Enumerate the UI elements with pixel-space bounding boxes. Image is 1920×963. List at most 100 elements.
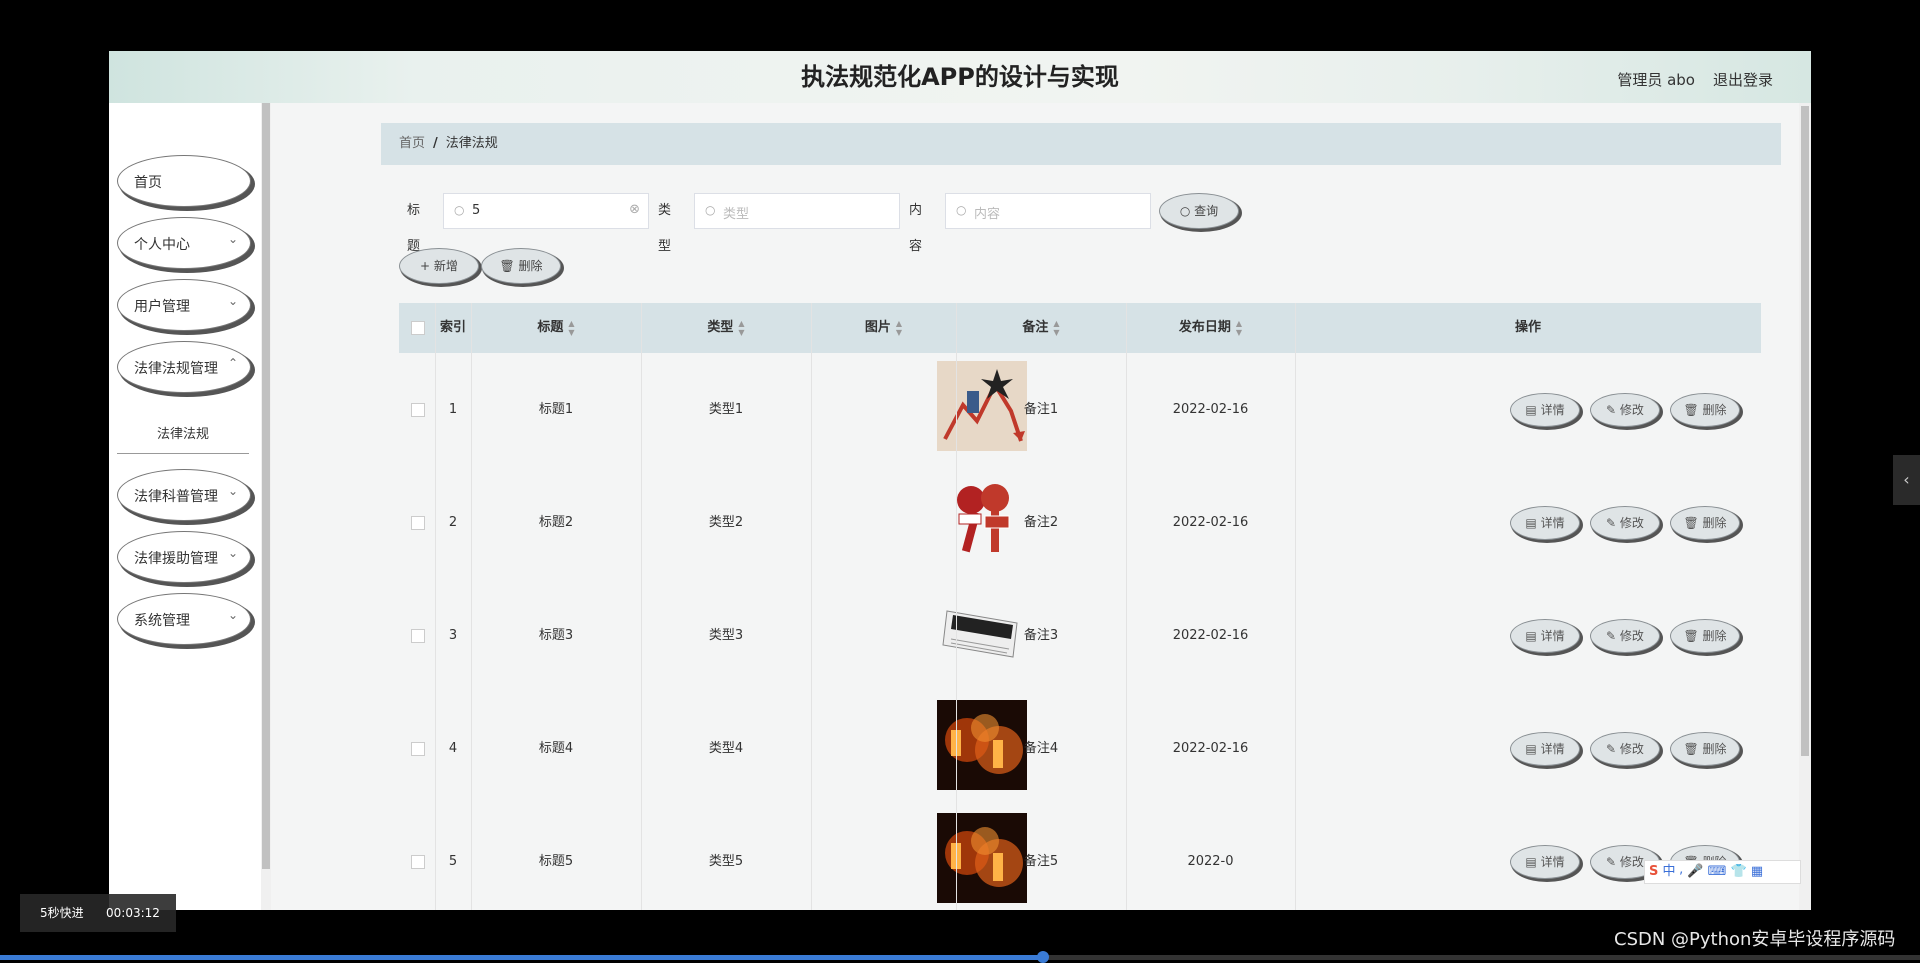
document-icon: ▤	[1525, 516, 1541, 530]
content-search-input[interactable]: ○ 内容	[945, 193, 1151, 229]
sidebar-scrollbar-thumb[interactable]	[262, 103, 270, 869]
table-header: 索引 标题 ▲ ▼ 类型 ▲ ▼ 图片 ▲ ▼ 备注 ▲ ▼ 发布日期 ▲ ▼ 操作	[399, 303, 1761, 353]
detail-button[interactable]: ▤ 详情	[1510, 393, 1580, 427]
document-icon: ▤	[1525, 855, 1541, 869]
video-progress-bar[interactable]	[0, 951, 1920, 963]
submenu-item-laws[interactable]: 法律法规	[117, 417, 249, 454]
cell-index: 2	[448, 515, 458, 530]
delete-button[interactable]: 🗑 删除	[1670, 619, 1740, 653]
trash-icon: 🗑	[1683, 629, 1703, 643]
ime-logo-icon: S	[1649, 864, 1659, 879]
row-checkbox[interactable]	[411, 629, 425, 643]
column-divider	[435, 303, 436, 910]
breadcrumb-current: 法律法规	[445, 136, 498, 151]
detail-button[interactable]: ▤ 详情	[1510, 845, 1580, 879]
breadcrumb-home[interactable]: 首页	[399, 136, 425, 151]
sidebar-item-system-management[interactable]: 系统管理 ⌄	[117, 593, 251, 645]
column-header-date-label: 发布日期	[1178, 320, 1231, 335]
sort-icon[interactable]: ▲ ▼	[568, 319, 574, 337]
delete-button-label: 删除	[1702, 742, 1727, 756]
cell-index: 5	[448, 854, 458, 869]
row-checkbox[interactable]	[411, 742, 425, 756]
table-row: 1 标题1 类型1 备注1 2022-02-16 ▤ 详情 ✎ 修改 🗑 删除	[399, 353, 1761, 467]
title-search-value: 5	[472, 203, 481, 218]
column-divider	[956, 303, 957, 910]
sort-icon[interactable]: ▲ ▼	[896, 319, 902, 337]
cell-type: 类型1	[708, 402, 744, 417]
add-button-label: 新增	[433, 259, 458, 273]
detail-button[interactable]: ▤ 详情	[1510, 506, 1580, 540]
detail-button-label: 详情	[1540, 629, 1565, 643]
trash-icon: 🗑	[1683, 742, 1703, 756]
cell-title: 标题4	[538, 741, 574, 756]
sidebar-item-label: 法律援助管理	[134, 551, 218, 567]
detail-button-label: 详情	[1540, 855, 1565, 869]
search-icon: ○	[705, 203, 716, 217]
cell-date: 2022-02-16	[1172, 402, 1249, 417]
sidebar-item-label: 用户管理	[134, 299, 190, 315]
content-search-placeholder: 内容	[974, 207, 1001, 222]
row-checkbox[interactable]	[411, 855, 425, 869]
batch-delete-label: 删除	[518, 259, 543, 273]
logout-link[interactable]: 退出登录	[1713, 69, 1773, 90]
detail-button[interactable]: ▤ 详情	[1510, 732, 1580, 766]
select-all-checkbox[interactable]	[411, 321, 425, 335]
sort-icon[interactable]: ▲ ▼	[1053, 319, 1059, 337]
edit-button[interactable]: ✎ 修改	[1590, 393, 1660, 427]
column-divider	[641, 303, 642, 910]
column-header-remark[interactable]: 备注 ▲ ▼	[956, 303, 1126, 353]
chevron-down-icon: ⌄	[227, 546, 238, 560]
sidebar-item-personal-center[interactable]: 个人中心 ⌄	[117, 217, 251, 269]
delete-button[interactable]: 🗑 删除	[1670, 506, 1740, 540]
column-header-type[interactable]: 类型 ▲ ▼	[641, 303, 811, 353]
column-header-index: 索引	[439, 320, 466, 335]
type-search-input[interactable]: ○ 类型	[694, 193, 900, 229]
column-header-image[interactable]: 图片 ▲ ▼	[811, 303, 956, 353]
video-progress-handle[interactable]	[1037, 951, 1049, 963]
video-player-bar: 5秒快进 00:03:12	[20, 894, 176, 932]
edit-button[interactable]: ✎ 修改	[1590, 732, 1660, 766]
row-checkbox[interactable]	[411, 403, 425, 417]
add-button[interactable]: + 新增	[399, 248, 479, 284]
search-icon: ○	[454, 203, 465, 217]
sidebar-item-label: 首页	[134, 175, 162, 191]
sidebar-item-user-management[interactable]: 用户管理 ⌄	[117, 279, 251, 331]
edit-button[interactable]: ✎ 修改	[1590, 619, 1660, 653]
query-button[interactable]: ○ 查询	[1159, 193, 1239, 229]
detail-button[interactable]: ▤ 详情	[1510, 619, 1580, 653]
sort-icon[interactable]: ▲ ▼	[738, 319, 744, 337]
sidebar-item-law-management[interactable]: 法律法规管理 ⌃	[117, 341, 251, 393]
cell-remark: 备注1	[1023, 402, 1059, 417]
column-header-type-label: 类型	[707, 320, 734, 335]
title-search-input[interactable]: ○ 5 ⊗	[443, 193, 649, 229]
fast-forward-label[interactable]: 5秒快进	[40, 894, 84, 932]
trash-icon: 🗑	[1683, 403, 1703, 417]
type-search-placeholder: 类型	[723, 207, 750, 222]
main-scrollbar-thumb[interactable]	[1801, 106, 1809, 756]
row-checkbox[interactable]	[411, 516, 425, 530]
sidebar-item-law-education-management[interactable]: 法律科普管理 ⌄	[117, 469, 251, 521]
edit-button-label: 修改	[1619, 403, 1644, 417]
chevron-down-icon: ⌄	[227, 232, 238, 246]
header: 执法规范化APP的设计与实现 管理员 abo 退出登录	[109, 51, 1811, 103]
delete-button[interactable]: 🗑 删除	[1670, 732, 1740, 766]
document-icon: ▤	[1525, 403, 1541, 417]
chevron-left-icon[interactable]: ‹	[1893, 455, 1920, 505]
column-header-title[interactable]: 标题 ▲ ▼	[471, 303, 641, 353]
clear-icon[interactable]: ⊗	[629, 202, 640, 217]
cell-index: 3	[448, 628, 458, 643]
sort-icon[interactable]: ▲ ▼	[1236, 319, 1242, 337]
edit-button[interactable]: ✎ 修改	[1590, 506, 1660, 540]
sidebar-item-home[interactable]: 首页	[117, 155, 251, 207]
sidebar-item-legal-aid-management[interactable]: 法律援助管理 ⌄	[117, 531, 251, 583]
column-header-date[interactable]: 发布日期 ▲ ▼	[1126, 303, 1295, 353]
batch-delete-button[interactable]: 🗑 删除	[481, 248, 561, 284]
delete-button[interactable]: 🗑 删除	[1670, 393, 1740, 427]
trash-icon: 🗑	[499, 259, 519, 273]
pencil-icon: ✎	[1606, 516, 1620, 530]
column-divider	[1295, 303, 1296, 910]
ime-toolbar[interactable]: S 中 ⸴ 🎤 ⌨ 👕 ▦	[1644, 860, 1801, 884]
cell-title: 标题1	[538, 402, 574, 417]
pencil-icon: ✎	[1606, 629, 1620, 643]
cell-remark: 备注2	[1023, 515, 1059, 530]
